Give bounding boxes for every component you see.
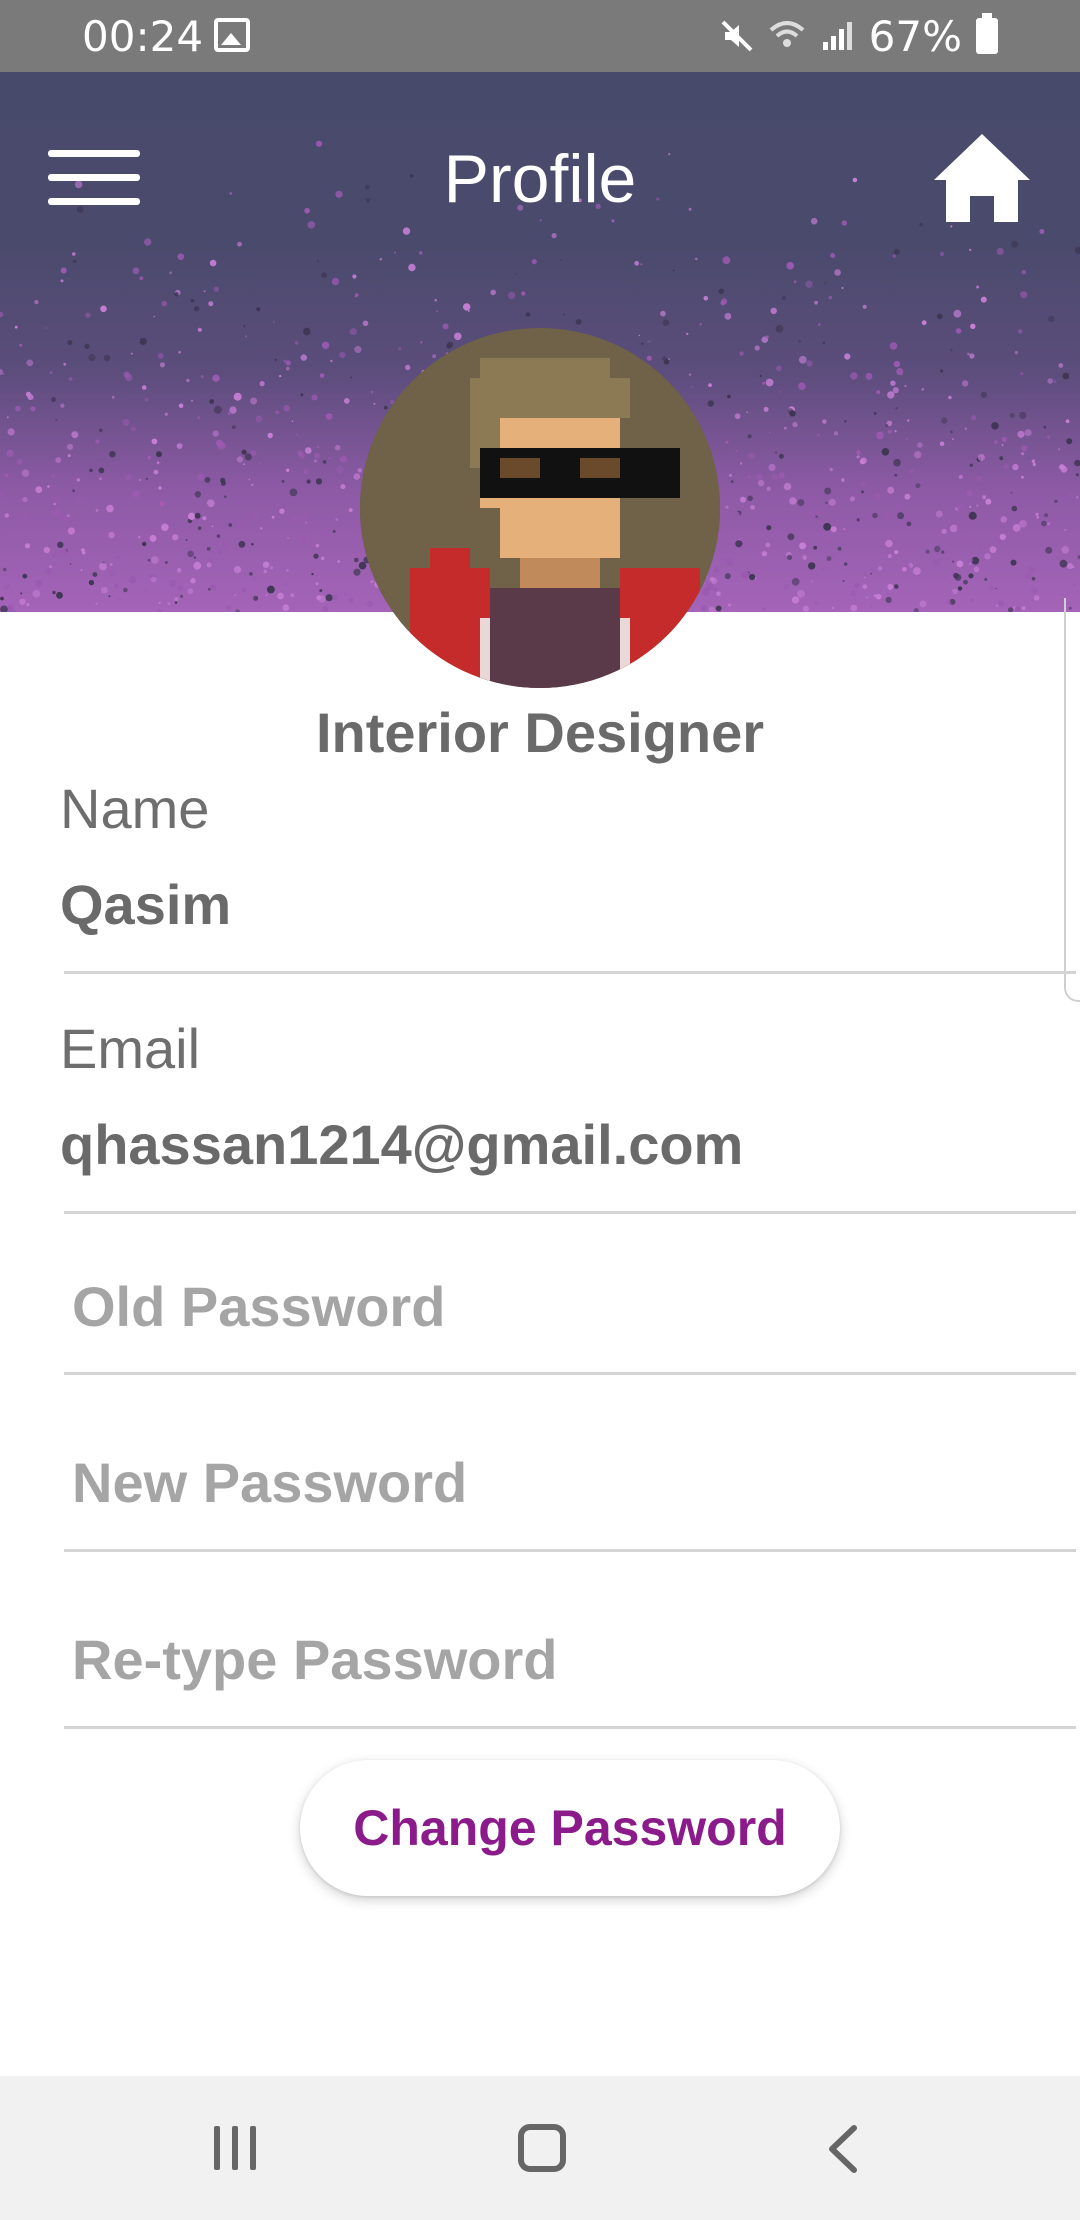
battery-percent: 67% [868,11,962,61]
new-password-input[interactable] [64,1422,1076,1542]
recent-apps-icon[interactable] [214,2126,262,2170]
image-icon [214,18,250,52]
mute-icon [719,18,755,54]
name-divider [64,971,1076,974]
scroll-edge-indicator [1064,598,1080,1002]
email-divider [64,1211,1076,1214]
avatar[interactable] [360,328,720,688]
new-password-divider [64,1549,1076,1552]
signal-icon [819,18,855,54]
email-label: Email [60,1017,201,1080]
status-time: 00:24 [82,12,204,61]
profile-role: Interior Designer [315,701,765,764]
retype-password-input[interactable] [64,1599,1076,1719]
status-icons: 67% [719,11,998,61]
name-value: Qasim [60,873,232,936]
battery-icon [976,13,998,54]
wifi-icon [769,18,805,54]
home-circle-icon[interactable] [518,2124,566,2172]
home-icon[interactable] [932,130,1032,226]
old-password-divider [64,1372,1076,1375]
page-title: Profile [443,141,637,217]
status-bar: 00:24 67% [0,0,1080,72]
name-label: Name [60,777,210,840]
change-password-button[interactable]: Change Password [300,1760,840,1896]
email-value: qhassan1214@gmail.com [60,1113,744,1176]
old-password-input[interactable] [64,1246,1076,1366]
pixel-avatar-image [360,328,720,688]
system-nav-bar [0,2076,1080,2220]
back-icon[interactable] [820,2122,870,2176]
retype-password-divider [64,1726,1076,1729]
